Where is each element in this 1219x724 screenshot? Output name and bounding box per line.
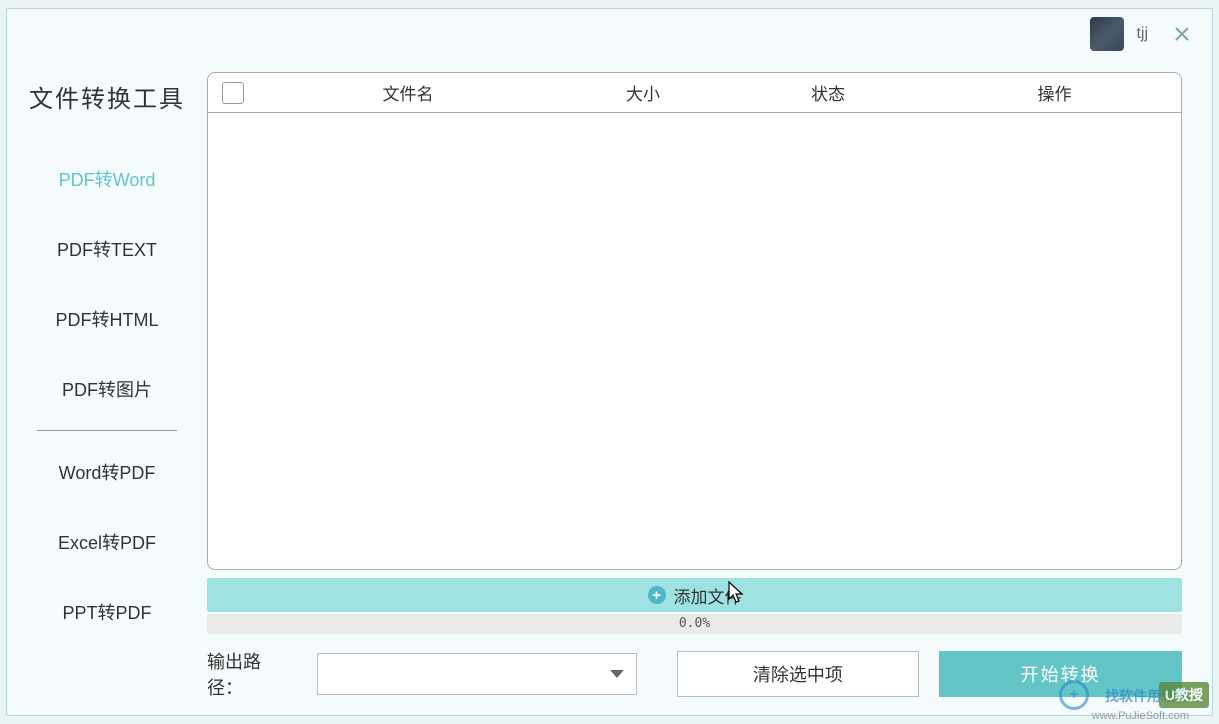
titlebar: tjj <box>1090 9 1212 59</box>
main-area: 文件名 大小 状态 操作 + 添加文件 0.0% 输出路径： 清除选中项 开始转… <box>207 72 1182 685</box>
select-all-checkbox[interactable] <box>222 82 244 104</box>
sidebar-item-pdf-to-html[interactable]: PDF转HTML <box>17 284 197 354</box>
sidebar-divider <box>37 430 177 431</box>
plus-icon: + <box>648 586 666 604</box>
close-button[interactable] <box>1170 22 1194 46</box>
add-file-button[interactable]: + 添加文件 <box>207 578 1182 612</box>
select-all-column <box>208 82 258 104</box>
clear-selected-button[interactable]: 清除选中项 <box>677 651 920 697</box>
progress-text: 0.0% <box>207 614 1182 634</box>
sidebar-item-pdf-to-text[interactable]: PDF转TEXT <box>17 214 197 284</box>
table-header: 文件名 大小 状态 操作 <box>208 73 1181 113</box>
file-table: 文件名 大小 状态 操作 <box>207 72 1182 570</box>
watermark-badge: U教授 <box>1159 682 1209 708</box>
sidebar-title: 文件转换工具 <box>17 79 197 114</box>
sidebar: 文件转换工具 PDF转Word PDF转TEXT PDF转HTML PDF转图片… <box>17 79 197 647</box>
progress-bar: 0.0% <box>207 614 1182 634</box>
username: tjj <box>1136 25 1148 43</box>
output-path-select[interactable] <box>317 653 637 695</box>
watermark-url: www.PuJieSoft.com <box>1092 710 1189 722</box>
sidebar-item-pdf-to-image[interactable]: PDF转图片 <box>17 354 197 424</box>
sidebar-item-word-to-pdf[interactable]: Word转PDF <box>17 437 197 507</box>
column-status: 状态 <box>728 80 928 105</box>
bottom-row: 输出路径： 清除选中项 开始转换 <box>207 648 1182 700</box>
sidebar-item-excel-to-pdf[interactable]: Excel转PDF <box>17 507 197 577</box>
output-path-label: 输出路径： <box>207 648 297 700</box>
close-icon <box>1174 26 1190 42</box>
column-action: 操作 <box>928 80 1181 105</box>
sidebar-item-pdf-to-word[interactable]: PDF转Word <box>17 144 197 214</box>
watermark-logo-icon: + <box>1059 680 1089 710</box>
add-file-label: 添加文件 <box>674 583 742 608</box>
column-size: 大小 <box>558 80 728 105</box>
column-filename: 文件名 <box>258 80 558 105</box>
avatar[interactable] <box>1090 17 1124 51</box>
sidebar-item-ppt-to-pdf[interactable]: PPT转PDF <box>17 577 197 647</box>
app-window: tjj 文件转换工具 PDF转Word PDF转TEXT PDF转HTML PD… <box>6 8 1213 716</box>
chevron-down-icon <box>610 670 624 678</box>
